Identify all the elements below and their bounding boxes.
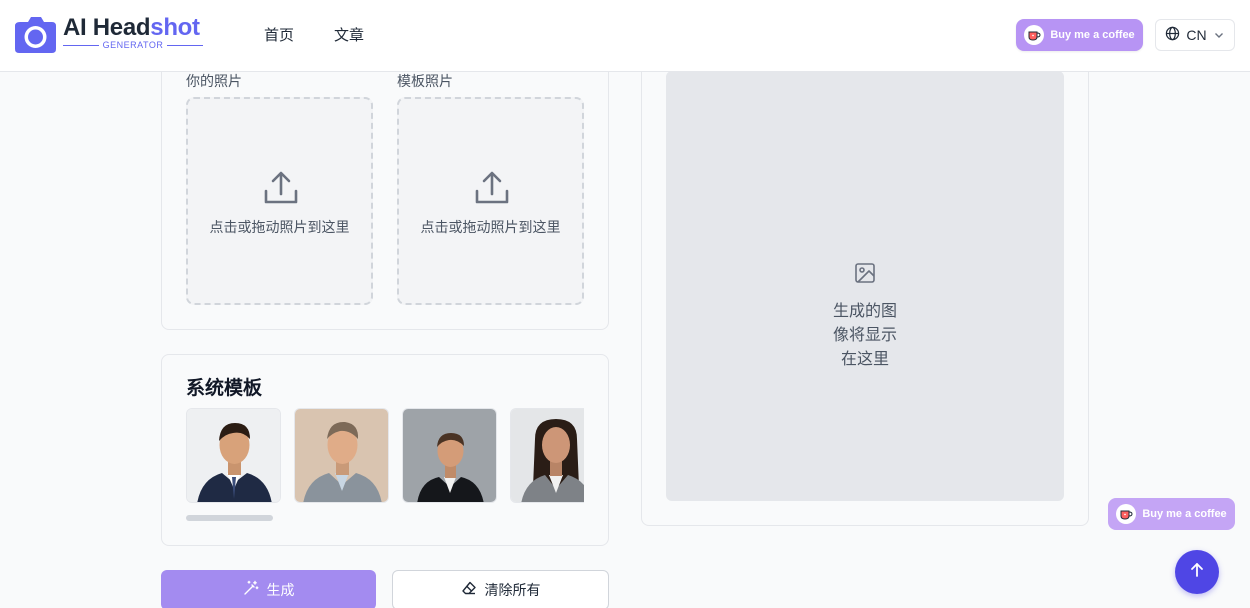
buy-me-a-coffee-button[interactable]: Buy me a coffee — [1016, 19, 1143, 51]
coffee-cup-icon — [1116, 504, 1137, 524]
logo-wordmark: AI Headshot GENERATOR — [63, 14, 209, 54]
logo-text-accent: shot — [150, 14, 200, 41]
upload-icon — [262, 169, 300, 211]
generated-image-placeholder-text: 生成的图 像将显示 在这里 — [815, 299, 915, 371]
logo-subtitle: GENERATOR — [102, 40, 164, 50]
nav-home-link[interactable]: 首页 — [264, 24, 294, 45]
clear-all-button[interactable]: 清除所有 — [392, 570, 609, 608]
template-thumbnail[interactable] — [294, 408, 389, 503]
template-thumbnail[interactable] — [510, 408, 584, 503]
template-thumbnail[interactable] — [186, 408, 281, 503]
main-nav: 首页 文章 — [264, 24, 364, 45]
template-thumbnail[interactable] — [402, 408, 497, 503]
logo-text-prefix: AI Head — [63, 14, 151, 41]
output-card: 生成的图 像将显示 在这里 — [641, 40, 1089, 526]
upload-icon — [473, 169, 511, 211]
your-photo-drop-text: 点击或拖动照片到这里 — [209, 220, 350, 236]
camera-logo-icon — [14, 14, 57, 54]
generated-image-area: 生成的图 像将显示 在这里 — [666, 71, 1064, 501]
placeholder-line-2: 像将显示 — [832, 325, 897, 344]
site-logo[interactable]: AI Headshot GENERATOR — [14, 14, 209, 54]
your-photo-dropzone[interactable]: 点击或拖动照片到这里 — [186, 97, 373, 305]
upload-card: 你的照片 模板照片 点击或拖动照片到这里 点击或拖动照片到这里 — [161, 40, 609, 330]
system-templates-card: 系统模板 — [161, 354, 609, 546]
logo-rule-left — [63, 44, 99, 46]
template-photo-drop-text: 点击或拖动照片到这里 — [420, 220, 561, 236]
eraser-icon — [461, 580, 477, 600]
your-photo-label: 你的照片 — [186, 74, 242, 90]
template-photo-dropzone[interactable]: 点击或拖动照片到这里 — [397, 97, 584, 305]
globe-icon — [1165, 26, 1180, 45]
generate-button[interactable]: 生成 — [161, 570, 376, 608]
coffee-cup-icon — [1024, 25, 1045, 45]
placeholder-line-3: 在这里 — [840, 349, 889, 368]
chevron-down-icon — [1213, 26, 1225, 45]
arrow-up-icon — [1188, 561, 1206, 583]
nav-articles-link[interactable]: 文章 — [334, 24, 364, 45]
floating-coffee-button[interactable]: Buy me a coffee — [1108, 498, 1235, 530]
top-header: AI Headshot GENERATOR 首页 文章 Buy me a cof… — [0, 0, 1250, 72]
floating-coffee-label: Buy me a coffee — [1142, 508, 1227, 520]
logo-rule-right — [167, 44, 203, 46]
placeholder-line-1: 生成的图 — [832, 301, 897, 320]
language-label: CN — [1186, 27, 1207, 43]
system-templates-title: 系统模板 — [186, 377, 263, 399]
image-placeholder-icon — [853, 261, 877, 289]
magic-wand-icon — [243, 580, 259, 600]
coffee-button-label: Buy me a coffee — [1050, 29, 1135, 41]
scroll-to-top-button[interactable] — [1175, 550, 1219, 594]
clear-all-button-label: 清除所有 — [484, 583, 541, 599]
generate-button-label: 生成 — [266, 583, 295, 599]
template-carousel-scrollbar[interactable] — [186, 515, 273, 521]
language-selector[interactable]: CN — [1155, 19, 1235, 51]
template-photo-label: 模板照片 — [397, 74, 453, 90]
template-carousel[interactable] — [186, 407, 584, 503]
